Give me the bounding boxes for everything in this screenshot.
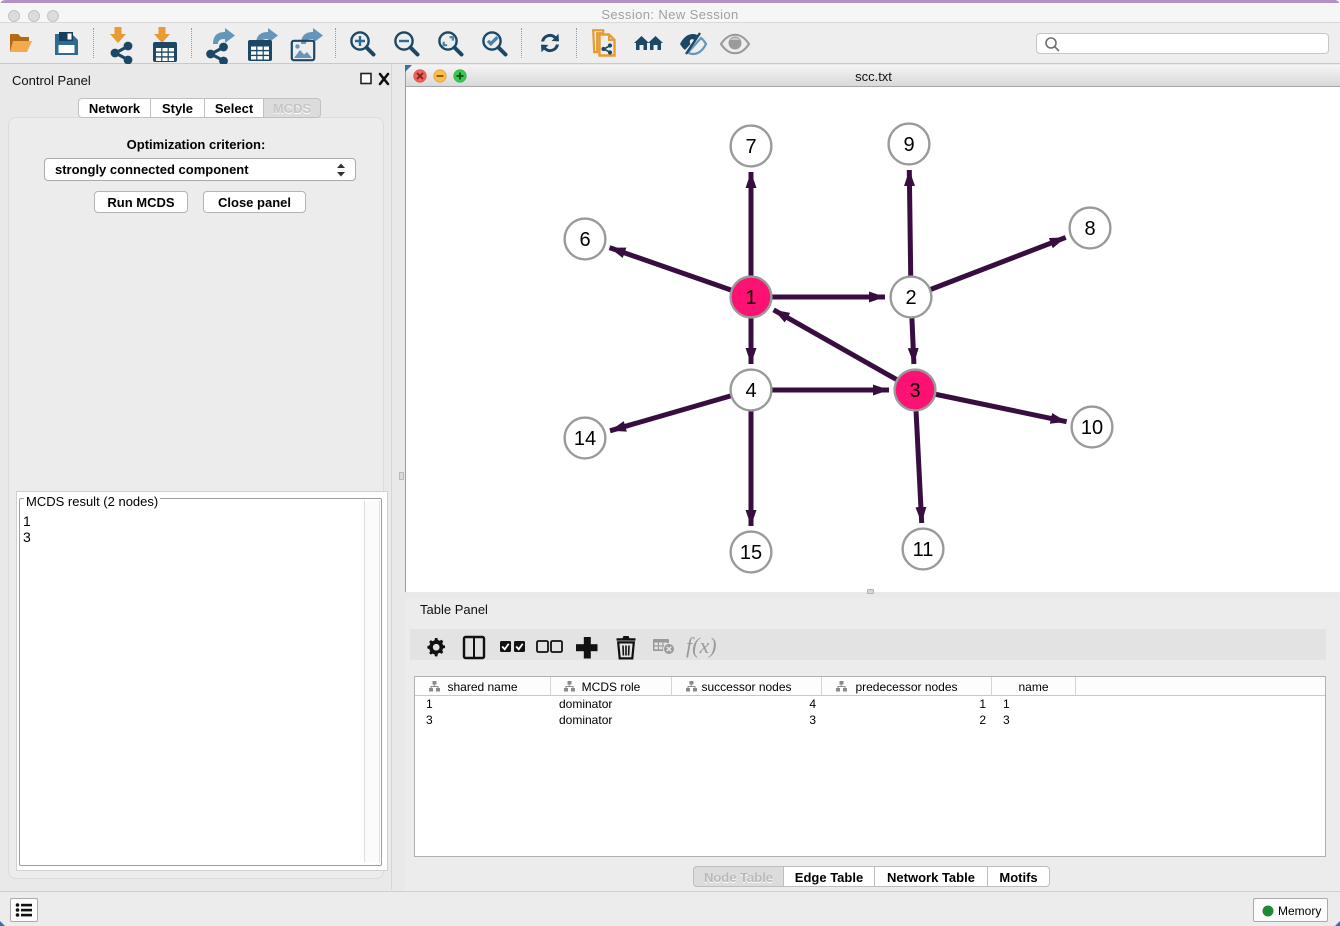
svg-text:10: 10 xyxy=(1081,417,1103,439)
svg-text:4: 4 xyxy=(745,380,756,402)
svg-text:8: 8 xyxy=(1084,218,1095,240)
svg-text:7: 7 xyxy=(745,136,756,158)
svg-text:14: 14 xyxy=(574,428,596,450)
svg-text:15: 15 xyxy=(740,542,762,564)
svg-text:9: 9 xyxy=(903,134,914,156)
svg-text:3: 3 xyxy=(909,380,920,402)
svg-text:11: 11 xyxy=(913,539,934,561)
svg-text:2: 2 xyxy=(905,287,916,309)
svg-text:1: 1 xyxy=(745,287,756,309)
svg-text:6: 6 xyxy=(579,229,590,251)
svg-text:f(x): f(x) xyxy=(686,633,717,658)
